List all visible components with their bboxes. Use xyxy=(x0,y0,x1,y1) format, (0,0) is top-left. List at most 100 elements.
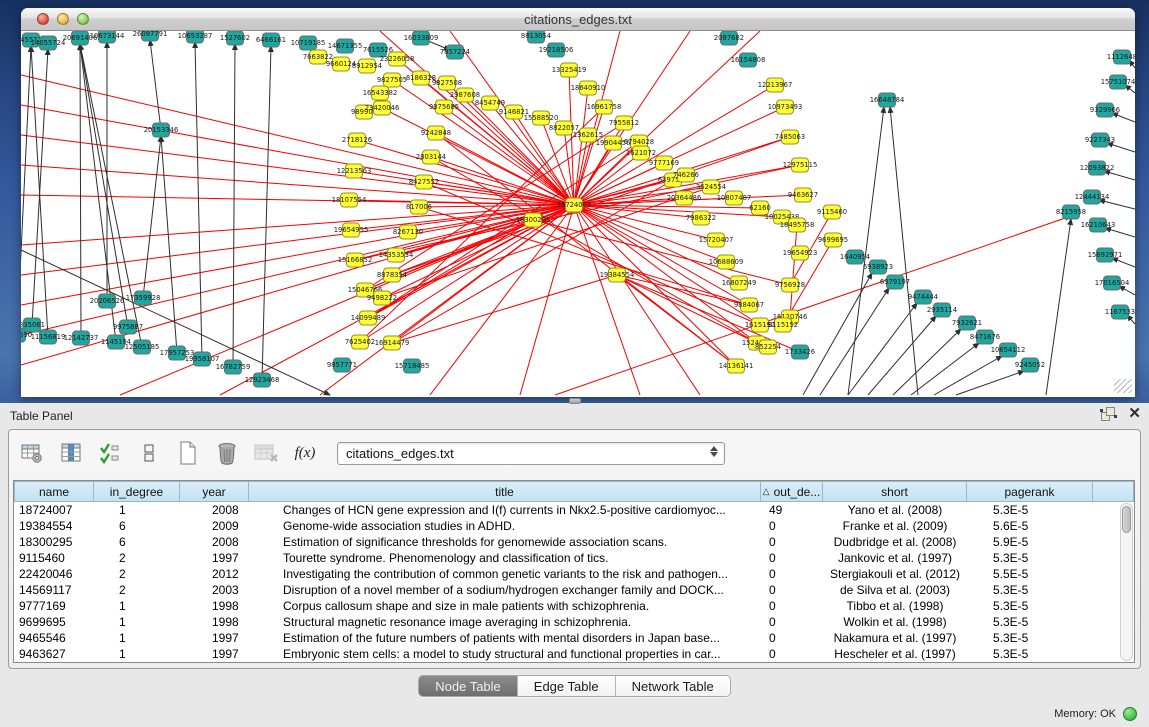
table-cell[interactable]: 5.3E-5 xyxy=(967,598,1093,614)
table-cell[interactable]: Changes of HCN gene expression and I(f) … xyxy=(249,502,761,518)
table-cell[interactable]: 9777169 xyxy=(14,598,94,614)
graph-node[interactable]: 1527602 xyxy=(220,31,250,45)
table-cell[interactable]: 2 xyxy=(94,550,180,566)
graph-node[interactable]: 8215958 xyxy=(1056,205,1086,219)
graph-edge[interactable] xyxy=(574,31,620,205)
graph-edge[interactable] xyxy=(262,46,271,380)
tab-network-table[interactable]: Network Table xyxy=(615,676,730,696)
table-cell[interactable]: 5.3E-5 xyxy=(967,550,1093,566)
table-cell[interactable]: Investigating the contribution of common… xyxy=(249,566,761,582)
table-cell[interactable]: Structural magnetic resonance image aver… xyxy=(249,614,761,630)
column-visibility-icon[interactable] xyxy=(97,440,123,466)
graph-node[interactable]: 9474444 xyxy=(908,290,938,304)
table-cell[interactable]: 2008 xyxy=(180,534,249,550)
graph-node[interactable]: 13325419 xyxy=(552,63,587,77)
table-row[interactable]: 1872400712008Changes of HCN gene express… xyxy=(14,502,1134,518)
graph-node[interactable]: 9227343 xyxy=(1085,133,1115,147)
graph-node[interactable]: 9245052 xyxy=(1015,358,1045,372)
table-cell[interactable]: 0 xyxy=(761,534,823,550)
graph-edge[interactable] xyxy=(574,205,640,395)
graph-node[interactable]: 9699695 xyxy=(818,233,848,247)
table-cell[interactable]: 0 xyxy=(761,630,823,646)
graph-node[interactable]: 1621072 xyxy=(626,146,656,160)
graph-node[interactable]: 2935114 xyxy=(927,303,957,317)
graph-node[interactable]: 15718485 xyxy=(395,359,430,373)
table-cell[interactable]: 9699695 xyxy=(14,614,94,630)
show-columns-icon[interactable] xyxy=(58,440,84,466)
table-cell[interactable]: Nakamura et al. (1997) xyxy=(823,630,967,646)
table-row[interactable]: 977716911998Corpus callosum shape and si… xyxy=(14,598,1134,614)
table-cell[interactable]: 1997 xyxy=(180,646,249,662)
network-graph[interactable]: 8455726140557242069140610673144260977911… xyxy=(21,31,1135,396)
graph-node[interactable]: 1640954 xyxy=(840,250,870,264)
tab-edge-table[interactable]: Edge Table xyxy=(517,676,615,696)
delete-column-icon[interactable] xyxy=(214,440,240,466)
table-cell[interactable]: 19384554 xyxy=(14,518,94,534)
table-cell[interactable]: 0 xyxy=(761,614,823,630)
table-cell[interactable]: Genome-wide association studies in ADHD. xyxy=(249,518,761,534)
graph-node[interactable]: 16782759 xyxy=(216,360,251,374)
graph-edge[interactable] xyxy=(956,371,1024,395)
table-cell[interactable]: 5.3E-5 xyxy=(967,646,1093,662)
graph-edge[interactable] xyxy=(890,107,918,395)
graph-node[interactable]: 20364486 xyxy=(667,191,702,205)
graph-node[interactable]: 14136141 xyxy=(719,359,754,373)
tab-node-table[interactable]: Node Table xyxy=(419,676,517,696)
graph-node[interactable]: 17016504 xyxy=(1095,276,1130,290)
splitter-handle[interactable] xyxy=(569,398,581,404)
graph-node[interactable]: 12213967 xyxy=(758,78,793,92)
table-cell[interactable]: 2008 xyxy=(180,502,249,518)
table-row[interactable]: 2242004622012Investigating the contribut… xyxy=(14,566,1134,582)
table-cell[interactable]: Embryonic stem cells: a model to study s… xyxy=(249,646,761,662)
graph-node[interactable]: 14671355 xyxy=(328,39,363,53)
network-window-titlebar[interactable]: citations_edges.txt xyxy=(21,8,1135,31)
graph-edge[interactable] xyxy=(1119,286,1135,295)
table-row[interactable]: 1830029562008Estimation of significance … xyxy=(14,534,1134,550)
table-cell[interactable]: Corpus callosum shape and size in male p… xyxy=(249,598,761,614)
table-cell[interactable]: 6 xyxy=(94,518,180,534)
graph-node[interactable]: 7955812 xyxy=(609,116,639,130)
table-cell[interactable]: 9115460 xyxy=(14,550,94,566)
column-header-name[interactable]: name xyxy=(14,481,94,502)
table-cell[interactable]: 22420046 xyxy=(14,566,94,582)
graph-node[interactable]: 18495758 xyxy=(780,218,815,232)
graph-node[interactable]: 15751074 xyxy=(1101,75,1135,89)
table-cell[interactable]: Disruption of a novel member of a sodium… xyxy=(249,582,761,598)
graph-node[interactable]: 10688609 xyxy=(709,255,744,269)
graph-edge[interactable] xyxy=(392,275,617,343)
table-cell[interactable]: 1997 xyxy=(180,630,249,646)
table-cell[interactable]: Stergiakouli et al. (2012) xyxy=(823,566,967,582)
column-header-title[interactable]: title xyxy=(248,481,761,502)
graph-edge[interactable] xyxy=(1112,113,1135,122)
graph-node[interactable]: 12923468 xyxy=(245,373,280,387)
graph-edge[interactable] xyxy=(1104,171,1135,180)
table-cell[interactable]: 0 xyxy=(761,550,823,566)
table-cell[interactable]: 0 xyxy=(761,518,823,534)
graph-node[interactable]: 852254 xyxy=(755,340,781,354)
graph-node[interactable]: 1112648 xyxy=(1107,50,1135,64)
graph-edge[interactable] xyxy=(161,136,177,353)
table-cell[interactable]: 1 xyxy=(94,502,180,518)
graph-edge[interactable] xyxy=(1099,200,1135,209)
column-header-year[interactable]: year xyxy=(179,481,249,502)
column-header-in-degree[interactable]: in_degree xyxy=(93,481,180,502)
graph-node[interactable]: 16648784 xyxy=(870,93,905,107)
table-cell[interactable]: 18300295 xyxy=(14,534,94,550)
graph-node[interactable]: 19654923 xyxy=(783,246,818,260)
graph-edge[interactable] xyxy=(32,49,48,325)
table-cell[interactable]: 5.3E-5 xyxy=(967,502,1093,518)
graph-node[interactable]: 16961758 xyxy=(587,100,622,114)
table-cell[interactable]: 9463627 xyxy=(14,646,94,662)
table-cell[interactable]: Jankovic et al. (1997) xyxy=(823,550,967,566)
graph-node[interactable]: 23226058 xyxy=(380,52,415,66)
graph-node[interactable]: 15720407 xyxy=(699,233,734,247)
graph-node[interactable]: 20153346 xyxy=(144,123,179,137)
table-cell[interactable]: 1998 xyxy=(180,614,249,630)
table-cell[interactable]: 1 xyxy=(94,646,180,662)
column-header-pagerank[interactable]: pagerank xyxy=(966,481,1093,502)
graph-edge[interactable] xyxy=(150,40,161,130)
column-header-short[interactable]: short xyxy=(822,481,967,502)
vertical-scrollbar[interactable] xyxy=(1120,503,1133,661)
window-resize-grip[interactable] xyxy=(1114,379,1132,393)
graph-node[interactable]: 14055724 xyxy=(31,36,66,50)
